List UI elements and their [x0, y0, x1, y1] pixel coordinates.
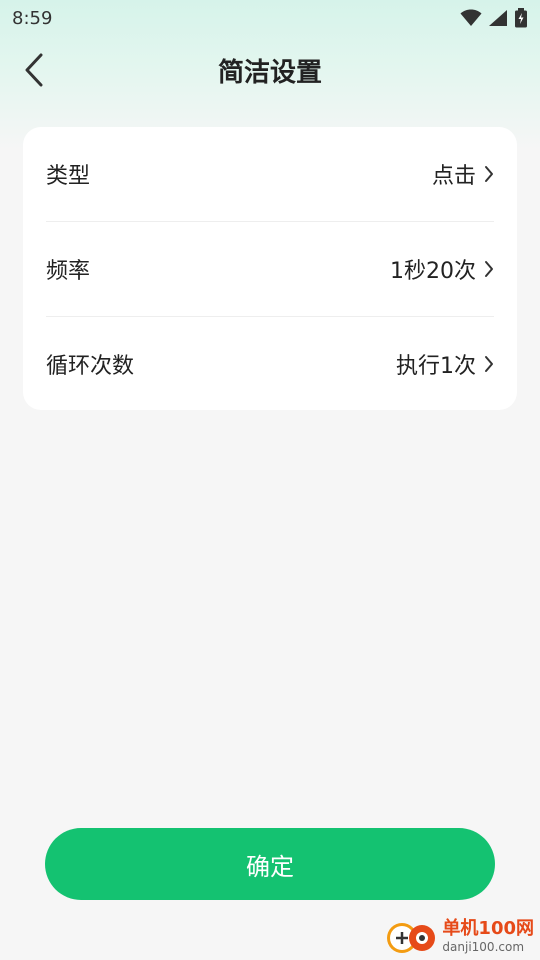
- battery-icon: [515, 8, 527, 28]
- watermark-logo-icon: [387, 923, 436, 953]
- setting-value-frequency: 1秒20次: [390, 259, 476, 284]
- wifi-icon: [460, 9, 482, 26]
- setting-label-type: 类型: [46, 164, 91, 189]
- chevron-right-icon: [485, 356, 493, 372]
- setting-value-loop-count: 执行1次: [396, 354, 476, 379]
- confirm-button[interactable]: 确定: [45, 828, 495, 900]
- setting-value-wrap: 点击: [432, 158, 494, 190]
- setting-value-wrap: 1秒20次: [390, 253, 494, 285]
- chevron-right-icon: [485, 166, 493, 182]
- settings-card: 类型 点击 频率 1秒20次 循环次数 执行1次: [23, 127, 517, 410]
- page-title: 简洁设置: [217, 58, 322, 88]
- setting-row-loop-count[interactable]: 循环次数 执行1次: [46, 317, 494, 411]
- navigation-bar: 简洁设置: [0, 40, 540, 100]
- setting-value-wrap: 执行1次: [396, 348, 494, 380]
- setting-row-type[interactable]: 类型 点击: [46, 127, 494, 221]
- watermark: 单机100网 danji100.com: [384, 916, 534, 956]
- setting-row-frequency[interactable]: 频率 1秒20次: [46, 222, 494, 316]
- watermark-domain: danji100.com: [442, 939, 525, 954]
- watermark-name: 单机100网: [442, 917, 534, 939]
- status-time: 8:59: [12, 7, 53, 29]
- chevron-right-icon: [485, 261, 493, 277]
- setting-label-loop-count: 循环次数: [46, 354, 135, 379]
- watermark-text: 单机100网 danji100.com: [442, 917, 534, 954]
- status-bar: 8:59: [0, 0, 540, 36]
- cell-signal-icon: [489, 10, 507, 26]
- setting-label-frequency: 频率: [46, 259, 91, 284]
- status-icons: [460, 8, 528, 28]
- setting-value-type: 点击: [431, 164, 476, 189]
